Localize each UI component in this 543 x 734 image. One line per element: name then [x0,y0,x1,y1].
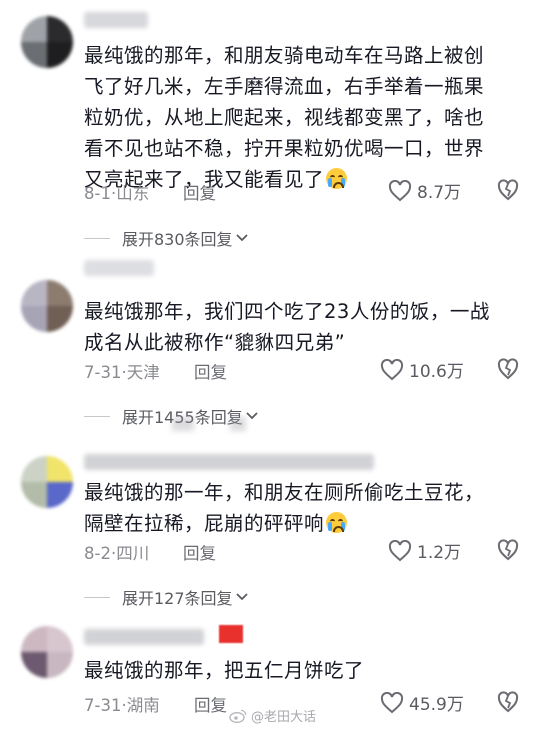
blur-artifact [172,417,194,431]
like-count: 1.2万 [417,543,462,563]
dislike-icon[interactable] [497,539,519,561]
expand-replies-button[interactable]: 展开127条回复 [84,585,248,609]
blur-artifact [230,417,246,431]
watermark-text: @老田大话 [251,710,317,725]
comment-date-location: 7-31·天津 [84,363,160,382]
chevron-down-icon [235,234,248,242]
like-button[interactable]: 10.6万 [380,357,464,382]
username-blurred[interactable] [84,454,374,470]
comment-text: 最纯饿那年，我们四个吃了23人份的饭，一战 成名从此被称作“貔貅四兄弟” [84,300,490,354]
avatar[interactable] [21,280,73,332]
reply-button[interactable]: 回复 [194,692,227,716]
like-button[interactable]: 45.9万 [380,690,464,715]
expand-replies-label: 展开830条回复 [122,230,233,249]
dislike-icon[interactable] [497,691,519,713]
divider-line [84,415,110,417]
expand-replies-label: 展开127条回复 [122,589,233,608]
like-button[interactable]: 8.7万 [388,178,461,203]
username-blurred[interactable] [84,629,204,645]
comment-date-location: 8-2·四川 [84,544,150,563]
red-badge-blurred [219,625,243,643]
divider-line [84,237,110,239]
dislike-icon[interactable] [497,358,519,380]
like-count: 10.6万 [409,362,464,382]
reply-button[interactable]: 回复 [183,540,216,564]
divider-line [84,596,110,598]
chevron-down-icon [235,593,248,601]
crying-emoji-icon [326,512,348,533]
expand-replies-button[interactable]: 展开830条回复 [84,226,248,250]
avatar[interactable] [21,456,73,508]
like-count: 8.7万 [417,183,462,203]
avatar[interactable] [21,626,73,678]
watermark: @老田大话 [229,706,316,725]
heart-icon [380,691,404,713]
username-blurred[interactable] [84,260,154,276]
chevron-down-icon [246,412,258,420]
dislike-icon[interactable] [497,179,519,201]
like-button[interactable]: 1.2万 [388,538,461,563]
username-blurred[interactable] [84,12,148,28]
reply-button[interactable]: 回复 [183,180,216,204]
heart-icon [388,179,412,201]
heart-icon [388,539,412,561]
comment-text: 最纯饿的那一年，和朋友在厕所偷吃土豆花， 隔壁在拉稀，屁崩的砰砰响 [84,481,485,535]
crying-emoji-icon [326,168,348,189]
avatar[interactable] [21,16,73,68]
comment-date-location: 7-31·湖南 [84,696,160,715]
weibo-logo-icon [229,709,247,723]
comment-date-location: 8-1·山东 [84,184,150,203]
heart-icon [380,358,404,380]
comment-text: 最纯饿的那年，把五仁月饼吃了 [84,659,365,682]
like-count: 45.9万 [409,695,464,715]
comment-text: 最纯饿的那年，和朋友骑电动车在马路上被创 飞了好几米，左手磨得流血，右手举着一瓶… [84,44,485,191]
reply-button[interactable]: 回复 [194,359,227,383]
